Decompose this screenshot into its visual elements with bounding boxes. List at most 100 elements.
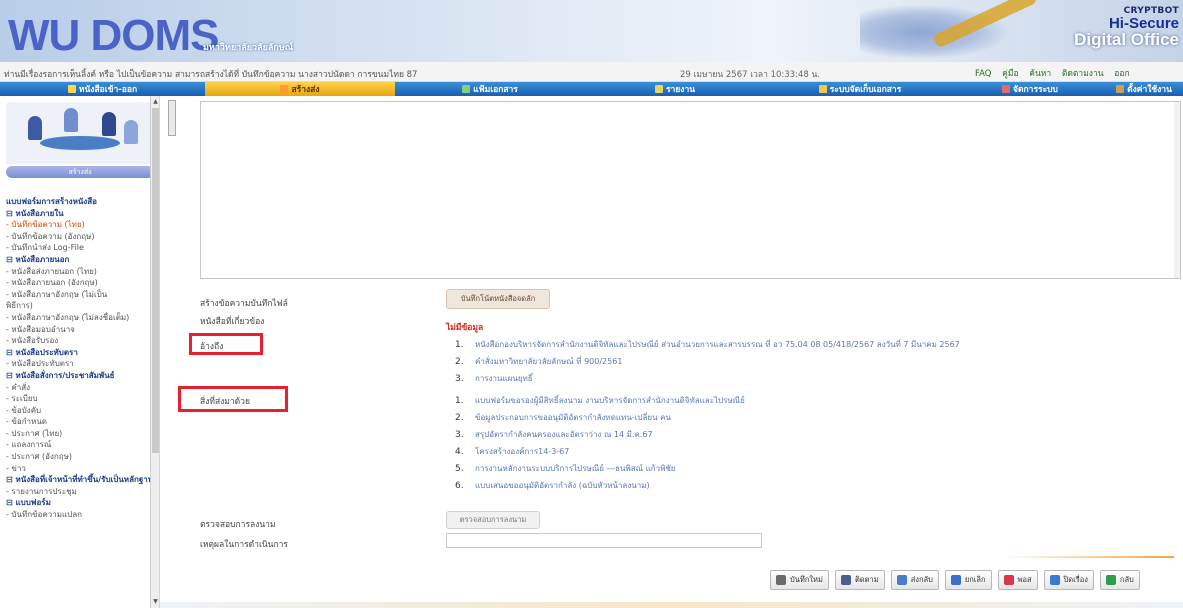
sidebar-item[interactable]: - บันทึกข้อความ (อังกฤษ) — [6, 231, 156, 243]
search-link[interactable]: ค้นหา — [1029, 69, 1051, 79]
sidebar-item[interactable]: - คำสั่ง — [6, 382, 156, 394]
divider-line — [1002, 556, 1174, 558]
tracking-link[interactable]: ติดตามงาน — [1062, 69, 1104, 79]
sidebar-item[interactable]: - ข่าว — [6, 463, 156, 475]
sidebar-item[interactable]: - ข้อกำหนด — [6, 416, 156, 428]
sidebar-group-label[interactable]: ⊟ หนังสือสั่งการ/ประชาสัมพันธ์ — [6, 370, 156, 382]
sidebar-item[interactable]: - ประกาศ (ไทย) — [6, 428, 156, 440]
scroll-up-icon[interactable]: ▲ — [152, 98, 159, 106]
list-item[interactable]: 4. โครงสร้างองค์การ14-3-67 — [455, 445, 569, 458]
list-number: 5. — [455, 464, 464, 474]
sidebar-item[interactable]: - บันทึกนำส่ง Log-File — [6, 242, 156, 254]
list-number: 4. — [455, 447, 464, 457]
sidebar-item[interactable]: - ระเบียบ — [6, 393, 156, 405]
related-link[interactable]: ไม่มีข้อมูล — [446, 320, 483, 334]
nav-tab[interactable]: ระบบจัดเก็บเอกสาร — [765, 82, 955, 96]
person-figure — [28, 116, 42, 140]
sidebar-group-label[interactable]: ⊟ หนังสือภายใน — [6, 208, 156, 220]
sidebar-item[interactable]: พิธีการ) — [6, 300, 156, 312]
follow-button[interactable]: ติดตาม — [834, 570, 885, 590]
create-from-button[interactable]: บันทึกโน้ตหนังสือจดลัก — [446, 289, 550, 309]
close-matter-button[interactable]: ปิดเรื่อง — [1043, 570, 1094, 590]
nav-tab[interactable]: รายงาน — [585, 82, 765, 96]
nav-tab-icon — [462, 85, 471, 93]
content-editor[interactable] — [200, 101, 1181, 279]
attach-label: สิ่งที่ส่งมาด้วย — [200, 397, 250, 407]
scroll-down-icon[interactable]: ▼ — [152, 598, 159, 606]
nav-tab[interactable]: จัดการระบบ — [955, 82, 1105, 96]
manual-link[interactable]: คู่มือ — [1002, 69, 1018, 79]
nav-tab[interactable]: หนังสือเข้า-ออก — [0, 82, 205, 96]
check-signature-button[interactable]: ตรวจสอบการลงนาม — [446, 511, 540, 529]
nav-tab-icon — [818, 85, 827, 93]
sidebar-item[interactable]: - หนังสือรับรอง — [6, 335, 156, 347]
nav-tab-label: จัดการระบบ — [1013, 85, 1058, 95]
user-notice: ท่านมีเรื่องรอการเห็นลิ้งค์ หรือ ไปเป็นข… — [4, 70, 418, 80]
toolbar-button-label: ปิดเรื่อง — [1063, 575, 1088, 584]
list-item[interactable]: 3. สรุปอัตรากำลังคนครองและอัตราว่าง ณ 14 … — [455, 428, 653, 441]
list-number: 6. — [455, 481, 464, 491]
cancel-icon — [950, 575, 961, 585]
nav-tab-label: รายงาน — [665, 85, 696, 95]
close-document-icon — [1049, 575, 1060, 585]
sidebar-menu: แบบฟอร์มการสร้างหนังสือ ⊟ หนังสือภายใน - บ… — [6, 196, 156, 521]
brand-bottom: Digital Office — [1074, 30, 1179, 49]
sidebar-group-label[interactable]: ⊟ แบบฟอร์ม — [6, 497, 156, 509]
list-item[interactable]: 1. แบบฟอร์มขอรองผู้มีสิทธิ์ลงนาม งานบริหา… — [455, 394, 745, 407]
save-icon — [776, 575, 786, 585]
nav-tab-label: สร้างส่ง — [291, 85, 320, 95]
sidebar-item[interactable]: - หนังสือภาษาอังกฤษ (ไม่เป็น — [6, 289, 156, 301]
sidebar-item[interactable]: - หนังสือส่งภายนอก (ไทย) — [6, 266, 156, 278]
toolbar-button-label: ติดตาม — [854, 575, 879, 584]
sidebar-group-label[interactable]: ⊟ หนังสือที่เจ้าหน้าที่ทำขึ้น/รับเป็นหลั… — [6, 474, 156, 486]
list-item-text: การงานแผนยุทธิ์ — [475, 374, 533, 383]
cancel-button[interactable]: ยกเลิก — [944, 570, 992, 590]
nav-tab-icon — [654, 85, 663, 93]
list-item-text: การงานหลักงานระบบบริการไปรษณีย์ ---ธนพิส… — [475, 464, 676, 473]
sidebar-item[interactable]: - หนังสือมอบอำนาจ — [6, 324, 156, 336]
person-figure — [102, 112, 116, 136]
nav-tab-label: ตั้งค่าใช้งาน — [1127, 85, 1172, 95]
nav-tab-label: หนังสือเข้า-ออก — [78, 85, 138, 95]
utility-links: FAQ คู่มือ ค้นหา ติดตามงาน ออก — [975, 66, 1138, 80]
list-item-text: สรุปอัตรากำลังคนครองและอัตราว่าง ณ 14 มี… — [475, 430, 653, 439]
print-button[interactable]: พอส — [997, 570, 1038, 590]
sidebar-item[interactable]: - บันทึกข้อความแปลก — [6, 509, 156, 521]
sidebar-item[interactable]: - ข้อบังคับ — [6, 405, 156, 417]
sidebar-item[interactable]: - หนังสือภาษาอังกฤษ (ไม่ลงชื่อเต็ม) — [6, 312, 156, 324]
save-new-button[interactable]: บันทึกใหม่ — [770, 570, 829, 590]
list-item[interactable]: 3. การงานแผนยุทธิ์ — [455, 372, 533, 385]
sidebar-item[interactable]: - หนังสือประทับตรา — [6, 358, 156, 370]
nav-tab-icon — [67, 85, 76, 93]
sidebar-scrollbar[interactable]: ▲ ▼ — [150, 96, 159, 608]
back-button[interactable]: กลับ — [1099, 570, 1140, 590]
sidebar-item[interactable]: - รายงานการประชุม — [6, 486, 156, 498]
sidebar-item[interactable]: - ประกาศ (อังกฤษ) — [6, 451, 156, 463]
list-item[interactable]: 6. แบบเสนอขออนุมัติอัตรากำลัง (ฉบับหัวหน้… — [455, 479, 650, 492]
send-back-button[interactable]: ส่งกลับ — [890, 570, 939, 590]
nav-tab[interactable]: ตั้งค่าใช้งาน — [1105, 82, 1183, 96]
reason-input[interactable] — [446, 533, 762, 548]
sidebar-group-label[interactable]: ⊟ หนังสือประทับตรา — [6, 347, 156, 359]
nav-tab[interactable]: แฟ้มเอกสาร — [395, 82, 585, 96]
list-item-text: คำสั่งมหาวิทยาลัยวลัยลักษณ์ ที่ 900/2561 — [475, 357, 623, 366]
sidebar-group-label[interactable]: ⊟ หนังสือภายนอก — [6, 254, 156, 266]
sidebar-section-banner: สร้างส่ง — [6, 166, 154, 178]
nav-tab[interactable]: สร้างส่ง — [205, 82, 395, 96]
sidebar-item[interactable]: - หนังสือภายนอก (อังกฤษ) — [6, 277, 156, 289]
logout-link[interactable]: ออก — [1114, 69, 1129, 79]
faq-link[interactable]: FAQ — [975, 69, 991, 79]
list-item[interactable]: 2. ข้อมูลประกอบการขออนุมัติอัตรากำลังทดแท… — [455, 411, 671, 424]
list-item[interactable]: 2. คำสั่งมหาวิทยาลัยวลัยลักษณ์ ที่ 900/25… — [455, 355, 622, 368]
toolbar-button-label: กลับ — [1119, 575, 1134, 584]
list-item[interactable]: 5. การงานหลักงานระบบบริการไปรษณีย์ ---ธนพ… — [455, 462, 675, 475]
scroll-thumb[interactable] — [152, 108, 159, 453]
app-logo[interactable]: WU DOMS — [8, 14, 220, 58]
collapse-tab[interactable] — [168, 100, 176, 136]
brand-middle: Hi-Secure — [1108, 15, 1179, 32]
table-shape — [40, 136, 120, 150]
sidebar-item[interactable]: - บันทึกข้อความ (ไทย) — [6, 219, 156, 231]
list-item[interactable]: 1. หนังสือกองบริหารจัดการสำนักงานดิจิทัลแ… — [455, 338, 960, 351]
editor-scrollbar[interactable] — [1174, 102, 1180, 278]
sidebar-item[interactable]: - แถลงการณ์ — [6, 439, 156, 451]
